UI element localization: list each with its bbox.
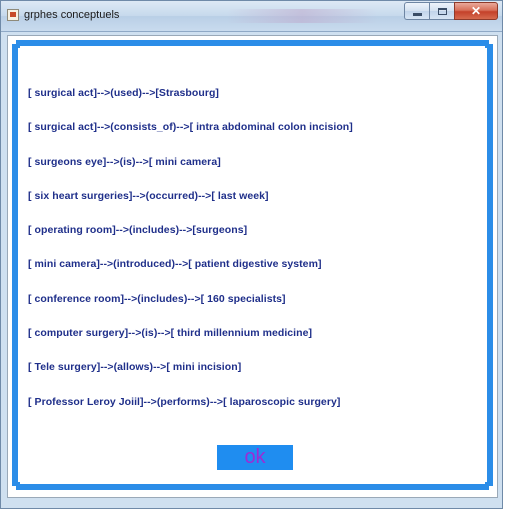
ok-button[interactable]: ok (217, 445, 293, 470)
graph-line: [ six heart surgeries]-->(occurred)-->[ … (28, 189, 269, 202)
maximize-icon (437, 7, 447, 15)
close-icon: ✕ (470, 4, 482, 18)
frame-corner (485, 482, 493, 490)
frame-corner (12, 40, 20, 48)
window-bottom-edge (7, 498, 498, 508)
graph-line: [ operating room]-->(includes)-->[surgeo… (28, 224, 248, 237)
maximize-button[interactable] (429, 2, 454, 20)
graph-line: [ conference room]-->(includes)-->[ 160 … (28, 292, 286, 305)
content-panel: [ surgical act]-->(used)-->[Strasbourg] … (7, 35, 498, 498)
background-window-ghost (227, 9, 377, 23)
java-app-icon (7, 9, 19, 21)
graph-line: [ surgical act]-->(consists_of)-->[ intr… (28, 121, 353, 134)
dialog-window: grphes conceptuels ✕ [ surgical act]-->(… (0, 0, 503, 509)
graph-line: [ Tele surgery]-->(allows)-->[ mini inci… (28, 361, 242, 374)
graph-line: [ surgical act]-->(used)-->[Strasbourg] (28, 87, 219, 99)
minimize-icon (412, 12, 422, 16)
frame-corner (485, 40, 493, 48)
graph-line: [ mini camera]-->(introduced)-->[ patien… (28, 258, 322, 271)
close-button[interactable]: ✕ (454, 2, 498, 20)
frame-corner (12, 482, 20, 490)
title-bar[interactable]: grphes conceptuels ✕ (1, 1, 502, 32)
graph-line: [ computer surgery]-->(is)-->[ third mil… (28, 327, 313, 340)
graph-line: [ surgeons eye]-->(is)-->[ mini camera] (28, 155, 221, 168)
minimize-button[interactable] (404, 2, 429, 20)
window-title: grphes conceptuels (24, 9, 120, 21)
graph-line: [ Professor Leroy Joiil]-->(performs)-->… (28, 395, 341, 408)
window-controls: ✕ (404, 2, 498, 21)
conceptual-graph-list: [ surgical act]-->(used)-->[Strasbourg] … (28, 86, 353, 429)
